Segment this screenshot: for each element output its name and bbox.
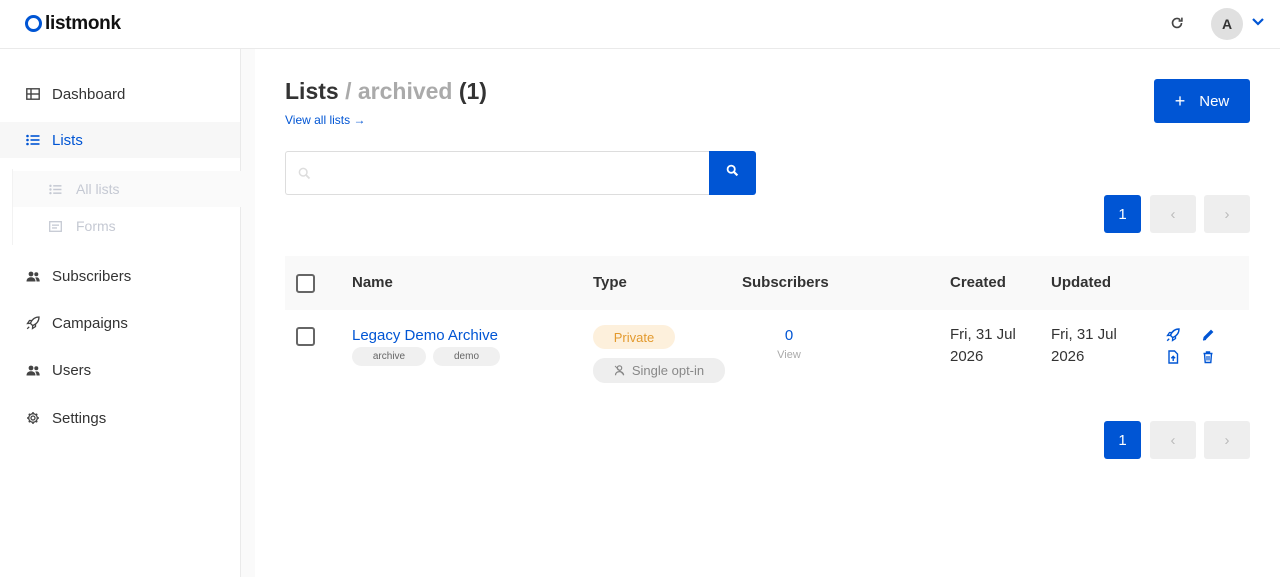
avatar[interactable]: A xyxy=(1211,8,1243,40)
table-header: Name Type Subscribers Created Updated xyxy=(285,256,1249,310)
file-import-icon[interactable] xyxy=(1166,350,1180,364)
pencil-icon[interactable] xyxy=(1201,328,1215,342)
sidebar-item-settings[interactable]: Settings xyxy=(0,400,240,436)
content-gutter xyxy=(241,49,255,577)
rocket-icon xyxy=(25,315,41,331)
sidebar-item-campaigns[interactable]: Campaigns xyxy=(0,305,240,341)
next-page-button[interactable]: › xyxy=(1204,421,1250,459)
row-checkbox[interactable] xyxy=(296,327,315,346)
subscriber-view-label: View xyxy=(777,349,801,361)
column-header-type[interactable]: Type xyxy=(593,274,627,291)
created-date-line1: Fri, 31 Jul xyxy=(950,326,1016,343)
search-button[interactable] xyxy=(709,151,756,195)
search-icon xyxy=(298,167,311,180)
view-all-lists-link[interactable]: View all lists → xyxy=(285,113,365,127)
sidebar: Dashboard Lists All lists Forms Subscrib… xyxy=(0,49,241,577)
top-bar: listmonk A xyxy=(0,0,1280,49)
prev-page-button[interactable]: ‹ xyxy=(1150,195,1196,233)
sidebar-subitem-label: All lists xyxy=(76,181,120,197)
optin-label: Single opt-in xyxy=(631,363,705,378)
sidebar-item-dashboard[interactable]: Dashboard xyxy=(0,76,240,112)
created-date: Fri, 31 Jul 2026 xyxy=(950,324,1040,368)
list-name-link[interactable]: Legacy Demo Archive xyxy=(352,327,498,344)
updated-date-line2: 2026 xyxy=(1051,348,1085,365)
search-icon xyxy=(726,164,739,182)
new-button-label: New xyxy=(1199,92,1230,110)
lists-submenu: All lists Forms xyxy=(12,169,241,245)
column-header-subscribers[interactable]: Subscribers xyxy=(742,274,829,291)
sidebar-item-label: Campaigns xyxy=(52,314,128,332)
page-1-button[interactable]: 1 xyxy=(1104,421,1141,459)
sidebar-item-label: Dashboard xyxy=(52,85,126,103)
column-header-updated[interactable]: Updated xyxy=(1051,274,1111,291)
type-badge: Private xyxy=(593,325,675,349)
page-title-filter: / archived xyxy=(345,78,453,104)
page-1-button[interactable]: 1 xyxy=(1104,195,1141,233)
sidebar-item-label: Users xyxy=(52,361,92,379)
users-icon xyxy=(25,362,41,378)
sidebar-subitem-forms[interactable]: Forms xyxy=(13,208,241,244)
trash-icon[interactable] xyxy=(1201,350,1215,364)
users-icon xyxy=(25,268,41,284)
chevron-down-icon[interactable] xyxy=(1250,15,1266,29)
tag-badge: demo xyxy=(433,347,500,366)
search-input[interactable] xyxy=(285,151,710,195)
refresh-icon[interactable] xyxy=(1169,15,1185,31)
page-title: Lists / archived (1) xyxy=(285,78,487,105)
column-header-name[interactable]: Name xyxy=(352,274,393,291)
sidebar-subitem-label: Forms xyxy=(76,218,116,234)
page-title-text: Lists xyxy=(285,78,339,104)
prev-page-button[interactable]: ‹ xyxy=(1150,421,1196,459)
form-icon xyxy=(49,219,63,233)
select-all-checkbox[interactable] xyxy=(296,274,315,293)
tag-badge: archive xyxy=(352,347,426,366)
sidebar-item-label: Lists xyxy=(52,131,83,149)
new-list-button[interactable]: + New xyxy=(1154,79,1250,123)
plus-icon: + xyxy=(1174,90,1186,111)
subscriber-count-link[interactable]: 0 xyxy=(770,327,808,344)
pagination-bottom: 1 ‹ › xyxy=(1104,421,1250,459)
optin-badge: Single opt-in xyxy=(593,358,725,383)
sidebar-item-subscribers[interactable]: Subscribers xyxy=(0,258,240,294)
dashboard-icon xyxy=(25,86,41,102)
pagination-top: 1 ‹ › xyxy=(1104,195,1250,233)
updated-date: Fri, 31 Jul 2026 xyxy=(1051,324,1141,368)
gear-icon xyxy=(25,410,41,426)
logo-text: listmonk xyxy=(45,13,121,34)
sidebar-subitem-all-lists[interactable]: All lists xyxy=(13,171,241,207)
sidebar-item-label: Settings xyxy=(52,409,107,427)
rocket-icon[interactable] xyxy=(1166,328,1180,342)
list-icon xyxy=(49,182,63,196)
sidebar-item-users[interactable]: Users xyxy=(0,352,240,388)
list-icon xyxy=(25,132,41,148)
sidebar-item-lists[interactable]: Lists xyxy=(0,122,240,158)
user-icon xyxy=(614,365,625,376)
updated-date-line1: Fri, 31 Jul xyxy=(1051,326,1117,343)
sidebar-item-label: Subscribers xyxy=(52,267,132,285)
logo[interactable]: listmonk xyxy=(25,14,121,33)
page-title-count: (1) xyxy=(458,78,487,104)
created-date-line2: 2026 xyxy=(950,348,984,365)
column-header-created[interactable]: Created xyxy=(950,274,1006,291)
logo-mark xyxy=(25,15,42,32)
next-page-button[interactable]: › xyxy=(1204,195,1250,233)
